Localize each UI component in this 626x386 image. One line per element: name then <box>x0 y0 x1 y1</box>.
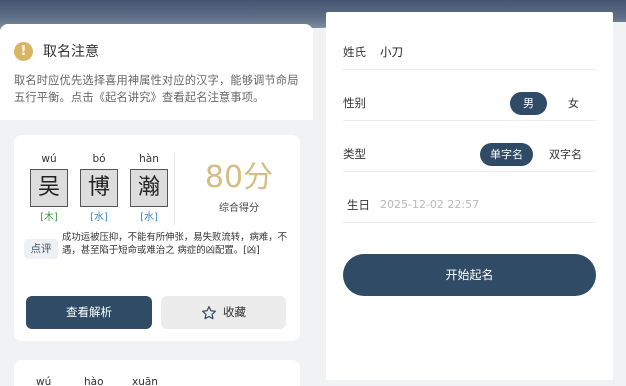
comment-block: 点评 成功运被压抑，不能有所伸张，易失败流转，病难，不遇，甚至陷于短命或难治之 … <box>24 231 294 259</box>
start-naming-button[interactable]: 开始起名 <box>343 254 596 296</box>
gender-label: 性别 <box>343 95 366 110</box>
name-result-card-next: wú hào xuān <box>14 360 300 386</box>
surname-row: 姓氏 小刀 <box>343 34 596 70</box>
char-hanzi: 博 <box>80 169 118 207</box>
type-option-double[interactable]: 双字名 <box>539 143 592 166</box>
star-icon <box>202 305 216 319</box>
char-hanzi: 吴 <box>30 169 68 207</box>
name-char: bó 博 [水] <box>74 151 124 225</box>
char-pinyin: wú <box>41 153 57 165</box>
type-row: 类型 单字名 双字名 <box>343 136 596 172</box>
score-block: 80分 综合得分 <box>204 159 274 214</box>
notice-text[interactable]: 取名时应优先选择喜用神属性对应的汉字，能够调节命局五行平衡。点击《起名讲究》查看… <box>14 72 299 106</box>
gender-option-female[interactable]: 女 <box>555 92 592 115</box>
favorite-label: 收藏 <box>223 305 246 319</box>
notice-header: ! 取名注意 <box>14 40 299 62</box>
char-pinyin: hàn <box>139 153 159 165</box>
surname-input[interactable]: 小刀 <box>380 44 403 60</box>
score-value: 80分 <box>204 160 274 195</box>
card-actions: 查看解析 收藏 <box>26 296 286 329</box>
char-pinyin: wú <box>36 376 52 386</box>
char-element: [水] <box>90 212 108 223</box>
birthday-row: 生日 2025-12-02 22:57 <box>343 187 596 223</box>
left-column: ! 取名注意 取名时应优先选择喜用神属性对应的汉字，能够调节命局五行平衡。点击《… <box>0 0 313 386</box>
name-char: wú 吴 [木] <box>24 151 74 225</box>
gender-selector: 男 女 <box>510 92 592 115</box>
birthday-input[interactable]: 2025-12-02 22:57 <box>380 198 479 211</box>
warning-icon: ! <box>14 41 33 61</box>
naming-form-panel: 姓氏 小刀 性别 男 女 类型 单字名 双字名 生日 2025-12-02 22… <box>326 12 613 380</box>
name-result-card: wú 吴 [木] bó 博 [水] hàn 瀚 [水] 80分 综合得分 点评 … <box>14 135 300 341</box>
char-pinyin: hào <box>84 376 104 386</box>
gender-option-male[interactable]: 男 <box>510 92 547 115</box>
gender-row: 性别 男 女 <box>343 85 596 121</box>
type-selector: 单字名 双字名 <box>480 143 592 166</box>
comment-tag: 点评 <box>24 239 58 259</box>
favorite-button[interactable]: 收藏 <box>161 296 286 329</box>
char-element: [木] <box>40 212 58 223</box>
char-pinyin: bó <box>92 153 106 165</box>
divider <box>174 153 175 225</box>
name-char: hàn 瀚 [水] <box>124 151 174 225</box>
comment-text: 成功运被压抑，不能有所伸张，易失败流转，病难，不遇，甚至陷于短命或难治之 病症的… <box>62 232 288 256</box>
type-label: 类型 <box>343 146 366 161</box>
type-option-single[interactable]: 单字名 <box>480 143 533 166</box>
surname-label: 姓氏 <box>343 44 366 59</box>
view-analysis-button[interactable]: 查看解析 <box>26 296 152 329</box>
notice-panel: ! 取名注意 取名时应优先选择喜用神属性对应的汉字，能够调节命局五行平衡。点击《… <box>0 24 313 120</box>
notice-title: 取名注意 <box>43 44 99 60</box>
score-label: 综合得分 <box>219 203 259 214</box>
char-pinyin: xuān <box>132 376 158 386</box>
char-element: [水] <box>140 212 158 223</box>
char-hanzi: 瀚 <box>130 169 168 207</box>
name-characters: wú 吴 [木] bó 博 [水] hàn 瀚 [水] <box>24 151 174 225</box>
birthday-label: 生日 <box>347 197 370 212</box>
